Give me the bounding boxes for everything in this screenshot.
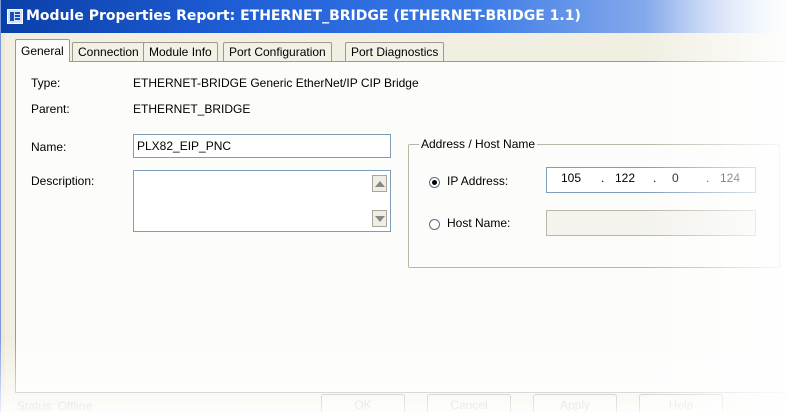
scroll-down-button[interactable] [372, 210, 387, 227]
parent-label: Parent: [31, 102, 70, 116]
ip-octet-1: 105 [561, 171, 582, 185]
ip-address-field[interactable]: 105 . 122 . 0 . 124 [546, 167, 756, 193]
description-textarea[interactable] [133, 170, 391, 232]
host-name-radio[interactable] [429, 219, 440, 230]
ip-address-radio[interactable] [429, 177, 440, 188]
module-properties-icon [7, 9, 23, 24]
module-properties-window: Module Properties Report: ETHERNET_BRIDG… [0, 0, 786, 412]
tab-connection[interactable]: Connection [72, 42, 145, 61]
tab-strip: General Connection Module Info Port Conf… [15, 39, 715, 62]
address-group-title: Address / Host Name [419, 137, 538, 151]
cancel-button[interactable]: Cancel [427, 394, 511, 412]
name-label: Name: [31, 140, 67, 154]
arrow-down-icon [374, 215, 385, 222]
ip-address-label: IP Address: [447, 174, 509, 188]
general-tab-panel: Type: ETHERNET-BRIDGE Generic EtherNet/I… [15, 61, 786, 393]
arrow-up-icon [374, 180, 385, 187]
tab-module-info[interactable]: Module Info [143, 42, 218, 61]
type-label: Type: [31, 76, 61, 90]
parent-value: ETHERNET_BRIDGE [133, 102, 251, 116]
name-field-value: PLX82_EIP_PNC [137, 139, 232, 153]
host-name-field[interactable] [546, 210, 756, 236]
dialog-client-area: General Connection Module Info Port Conf… [5, 33, 786, 412]
ok-button[interactable]: OK [321, 394, 405, 412]
ip-dot: . [653, 171, 657, 185]
ip-octet-2: 122 [615, 171, 636, 185]
ip-octet-4: 124 [720, 171, 741, 185]
ip-octet-3: 0 [672, 171, 679, 185]
apply-button[interactable]: Apply [533, 394, 617, 412]
ip-dot: . [706, 171, 710, 185]
status-text: Status: Offline [17, 399, 93, 412]
window-title: Module Properties Report: ETHERNET_BRIDG… [26, 8, 581, 24]
description-label: Description: [31, 174, 95, 188]
scroll-up-button[interactable] [372, 175, 387, 192]
name-field[interactable]: PLX82_EIP_PNC [133, 134, 391, 158]
host-name-label: Host Name: [447, 216, 511, 230]
help-button[interactable]: Help [639, 394, 723, 412]
tab-general[interactable]: General [15, 39, 70, 62]
tab-port-diagnostics[interactable]: Port Diagnostics [345, 42, 445, 61]
tab-port-configuration[interactable]: Port Configuration [223, 42, 332, 61]
title-bar[interactable]: Module Properties Report: ETHERNET_BRIDG… [1, 0, 786, 33]
type-value: ETHERNET-BRIDGE Generic EtherNet/IP CIP … [133, 76, 419, 90]
ip-dot: . [601, 171, 605, 185]
address-group: Address / Host Name IP Address: 105 . 12… [408, 137, 780, 268]
